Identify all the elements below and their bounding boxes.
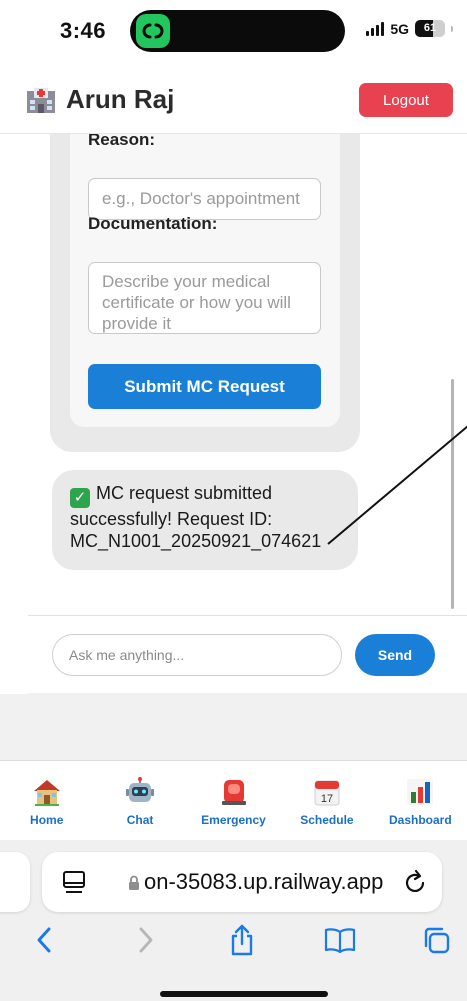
nav-label-schedule: Schedule bbox=[300, 813, 354, 827]
ask-input[interactable]: Ask me anything... bbox=[52, 634, 342, 676]
annotation-pointer-line bbox=[327, 425, 467, 545]
app-header: Arun Raj Logout bbox=[0, 62, 467, 134]
network-type: 5G bbox=[390, 20, 409, 37]
nav-item-home[interactable]: Home bbox=[0, 761, 93, 840]
chat-container: Reason: e.g., Doctor's appointment Docum… bbox=[28, 134, 467, 694]
nav-label-home: Home bbox=[30, 813, 64, 827]
status-indicators: 5G 61 bbox=[366, 20, 453, 37]
browser-toolbar bbox=[0, 916, 467, 966]
tabs-button[interactable] bbox=[418, 922, 454, 958]
url-text: on-35083.up.railway.app bbox=[144, 869, 384, 894]
live-activity-app-icon bbox=[136, 14, 170, 48]
siren-icon bbox=[221, 780, 246, 805]
send-button[interactable]: Send bbox=[355, 634, 435, 676]
battery-icon: 61 bbox=[415, 20, 445, 37]
nav-label-dashboard: Dashboard bbox=[388, 813, 452, 827]
battery-tip bbox=[451, 25, 453, 32]
bottom-nav: Home Chat Emergency 17 Schedule Dashboar… bbox=[0, 760, 467, 840]
nav-item-emergency[interactable]: Emergency bbox=[187, 761, 280, 840]
hospital-icon bbox=[27, 88, 55, 113]
bookmarks-button[interactable] bbox=[322, 922, 358, 958]
reload-icon[interactable] bbox=[404, 868, 428, 896]
calendar-day: 17 bbox=[321, 793, 333, 805]
nav-item-schedule[interactable]: 17 Schedule bbox=[280, 761, 373, 840]
signal-icon bbox=[366, 21, 385, 36]
nav-item-chat[interactable]: Chat bbox=[93, 761, 186, 840]
dynamic-island bbox=[130, 10, 345, 52]
nav-label-chat: Chat bbox=[126, 813, 154, 827]
house-icon bbox=[33, 780, 60, 806]
back-button[interactable] bbox=[26, 922, 62, 958]
bar-chart-icon bbox=[407, 779, 434, 805]
robot-icon bbox=[126, 777, 155, 802]
status-bar: 3:46 5G 61 bbox=[0, 0, 467, 62]
status-time: 3:46 bbox=[60, 18, 107, 43]
logout-button[interactable]: Logout bbox=[359, 83, 453, 117]
browser-chrome: on-35083.up.railway.app bbox=[0, 840, 467, 1001]
chat-input-row: Ask me anything... Send bbox=[28, 615, 467, 693]
share-icon bbox=[231, 924, 253, 956]
chevron-right-icon bbox=[139, 927, 153, 953]
battery-percent: 61 bbox=[423, 22, 437, 34]
lock-icon bbox=[129, 875, 139, 890]
tabs-icon bbox=[424, 927, 450, 954]
book-icon bbox=[324, 928, 356, 953]
page-background bbox=[0, 694, 467, 760]
address-bar[interactable]: on-35083.up.railway.app bbox=[42, 852, 442, 912]
calendar-icon: 17 bbox=[314, 780, 340, 806]
previous-tab-card[interactable] bbox=[0, 852, 30, 912]
chat-messages[interactable]: Reason: e.g., Doctor's appointment Docum… bbox=[28, 134, 467, 615]
forward-button[interactable] bbox=[128, 922, 164, 958]
share-button[interactable] bbox=[224, 922, 260, 958]
chevron-left-icon bbox=[37, 927, 51, 953]
user-name: Arun Raj bbox=[66, 84, 175, 114]
nav-label-emergency: Emergency bbox=[201, 813, 266, 827]
home-indicator bbox=[160, 991, 328, 997]
nav-item-dashboard[interactable]: Dashboard bbox=[374, 761, 467, 840]
page-menu-icon[interactable] bbox=[62, 870, 86, 896]
